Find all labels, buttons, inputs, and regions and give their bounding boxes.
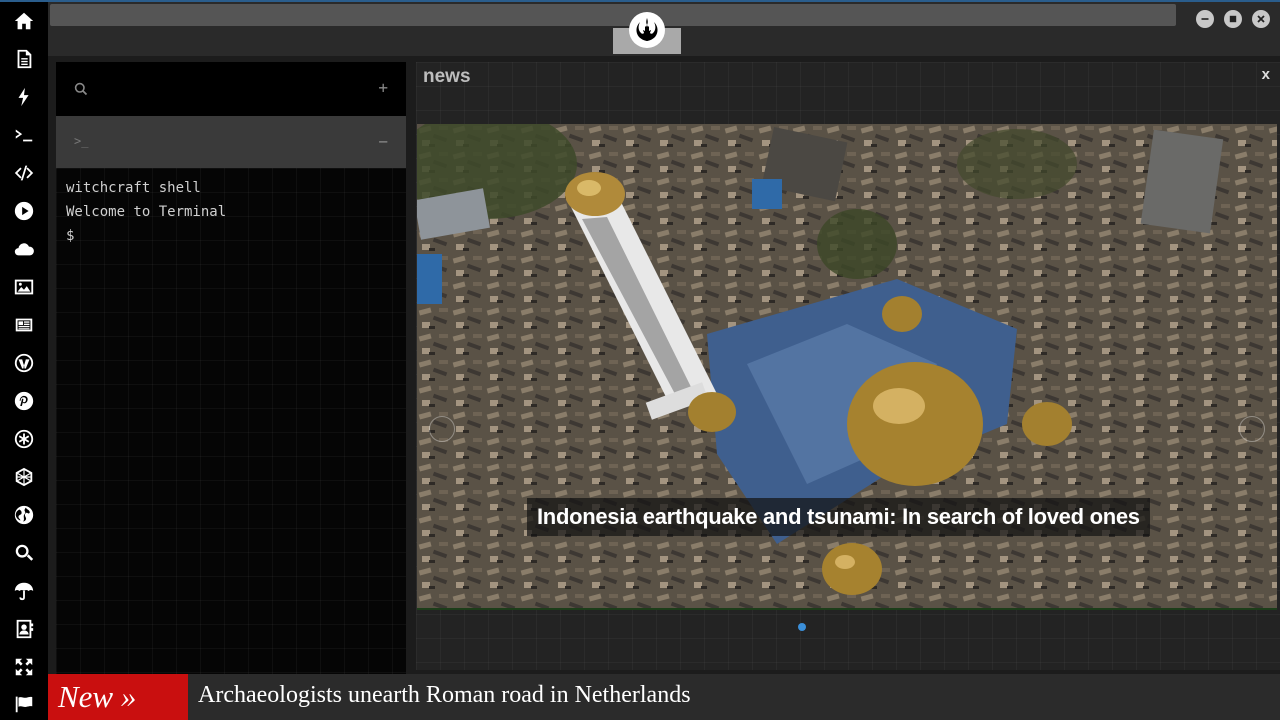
sidebar: [0, 0, 48, 720]
image-icon[interactable]: [12, 275, 36, 299]
pinterest-icon[interactable]: [12, 389, 36, 413]
terminal-search-row: +: [56, 62, 406, 116]
minimize-icon[interactable]: [1196, 10, 1214, 28]
ticker-badge: New »: [48, 674, 188, 720]
cloud-icon[interactable]: [12, 237, 36, 261]
network-icon[interactable]: [12, 465, 36, 489]
close-panel-button[interactable]: x: [1262, 66, 1270, 83]
code-icon[interactable]: [12, 161, 36, 185]
umbrella-icon[interactable]: [12, 579, 36, 603]
newspaper-icon[interactable]: [12, 313, 36, 337]
contact-card-icon[interactable]: [12, 617, 36, 641]
terminal-panel: + >_ − witchcraft shell Welcome to Termi…: [56, 62, 406, 674]
play-icon[interactable]: [12, 199, 36, 223]
close-icon[interactable]: [1252, 10, 1270, 28]
add-terminal-button[interactable]: +: [378, 78, 388, 97]
photo-caption: Indonesia earthquake and tsunami: In sea…: [527, 498, 1150, 536]
terminal-line: Welcome to Terminal: [66, 204, 227, 220]
slide-indicator-dot[interactable]: [798, 623, 806, 631]
address-bar[interactable]: [50, 4, 1176, 26]
document-icon[interactable]: [12, 47, 36, 71]
lightning-icon[interactable]: [12, 85, 36, 109]
home-icon[interactable]: [12, 9, 36, 33]
asterisk-icon[interactable]: [12, 427, 36, 451]
news-panel: news x Indonesia earthquake and tsunami:…: [416, 62, 1280, 670]
wordpress-icon[interactable]: [12, 351, 36, 375]
expand-icon[interactable]: [12, 655, 36, 679]
maximize-icon[interactable]: [1224, 10, 1242, 28]
flag-icon[interactable]: [12, 692, 36, 716]
window-accent-line: [0, 0, 1280, 2]
next-slide-button[interactable]: [1239, 416, 1265, 442]
terminal-line: witchcraft shell: [66, 180, 201, 196]
panel-title: news: [423, 66, 471, 87]
terminal-tab[interactable]: >_ −: [56, 116, 406, 168]
caption-text: Indonesia earthquake and tsunami: In sea…: [537, 504, 1140, 529]
rebel-alliance-icon[interactable]: [629, 12, 665, 48]
ticker-headline[interactable]: Archaeologists unearth Roman road in Net…: [198, 682, 691, 709]
collapse-terminal-button[interactable]: −: [378, 132, 388, 151]
terminal-prompt: $: [66, 228, 75, 244]
globe-icon[interactable]: [12, 503, 36, 527]
search-icon[interactable]: [74, 82, 88, 96]
news-photo[interactable]: Indonesia earthquake and tsunami: In sea…: [417, 124, 1277, 608]
ticker-label: New »: [58, 679, 137, 714]
terminal-icon[interactable]: [12, 123, 36, 147]
previous-slide-button[interactable]: [429, 416, 455, 442]
search-icon[interactable]: [12, 541, 36, 565]
slide-progress-line: [417, 608, 1277, 610]
news-ticker: New » Archaeologists unearth Roman road …: [48, 674, 1280, 720]
terminal-tab-prompt: >_: [74, 134, 89, 148]
terminal-output[interactable]: witchcraft shell Welcome to Terminal $: [56, 168, 406, 674]
